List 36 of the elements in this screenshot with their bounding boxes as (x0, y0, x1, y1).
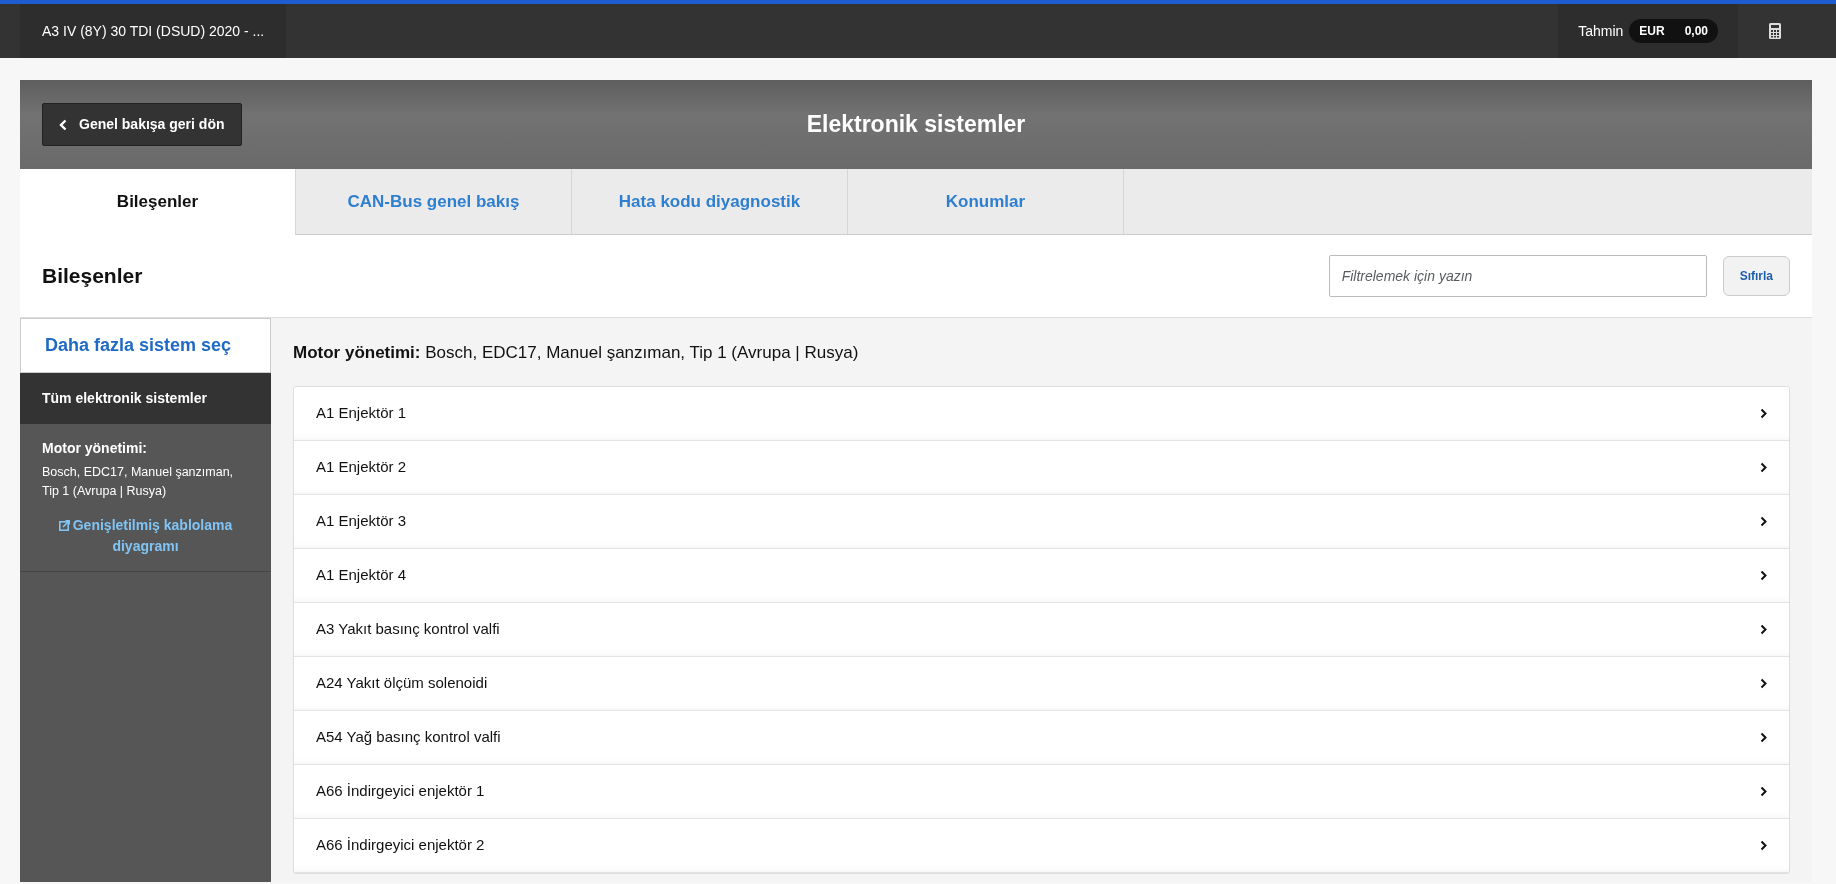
chevron-right-icon (1760, 677, 1767, 689)
filter-field[interactable]: Filtrelemek için yazın (1328, 255, 1707, 297)
component-row[interactable]: A3 Yakıt basınç kontrol valfi (294, 602, 1789, 657)
chevron-right-icon (1760, 407, 1767, 419)
all-systems-item[interactable]: Tüm elektronik sistemler (20, 373, 271, 424)
estimate-label: Tahmin (1578, 21, 1624, 41)
chevron-left-icon (59, 118, 67, 131)
system-title: Motor yönetimi: (42, 439, 148, 458)
reset-button[interactable]: Sıfırla (1722, 256, 1790, 296)
chevron-right-icon (1760, 569, 1767, 581)
estimate-total: EUR 0,00 (1629, 19, 1718, 43)
chevron-right-icon (1760, 839, 1767, 851)
chevron-right-icon (1760, 785, 1767, 797)
system-heading: Motor yönetimi: Bosch, EDC17, Manuel şanzıman, Tip 1 (Avrupa | Rusya) (293, 342, 860, 364)
component-row[interactable]: A54 Yağ basınç kontrol valfi (294, 710, 1789, 765)
tab[interactable]: Bileşenler (20, 169, 296, 235)
component-row[interactable]: A66 İndirgeyici enjektör 1 (294, 764, 1789, 819)
component-row[interactable]: A1 Enjektör 4 (294, 548, 1789, 603)
component-row[interactable]: A1 Enjektör 2 (294, 440, 1789, 495)
system-detail: Bosch, EDC17, Manuel şanzıman, Tip 1 (Avrupa | Rusya) (42, 464, 235, 500)
page-title: Elektronik sistemler (806, 110, 1026, 140)
vehicle-title: A3 IV (8Y) 30 TDI (DSUD) 2020 - ... (20, 4, 287, 58)
section-title: Bileşenler (42, 263, 143, 289)
component-row[interactable]: A1 Enjektör 1 (294, 386, 1789, 441)
chevron-right-icon (1760, 515, 1767, 527)
calculator-icon[interactable] (1769, 23, 1781, 39)
external-link-icon (58, 519, 70, 531)
back-button[interactable]: Genel bakışa geri dön (42, 103, 242, 146)
chevron-right-icon (1760, 623, 1767, 635)
select-systems-link[interactable]: Daha fazla sistem seç (20, 318, 271, 373)
component-row[interactable]: A66 İndirgeyici enjektör 2 (294, 818, 1789, 873)
component-row[interactable]: A1 Enjektör 3 (294, 494, 1789, 549)
component-row[interactable]: A24 Yakıt ölçüm solenoidi (294, 656, 1789, 711)
wiring-diagram-link[interactable]: Genişletilmiş kablolama diyagramı (42, 514, 249, 557)
chevron-right-icon (1760, 461, 1767, 473)
chevron-right-icon (1760, 731, 1767, 743)
